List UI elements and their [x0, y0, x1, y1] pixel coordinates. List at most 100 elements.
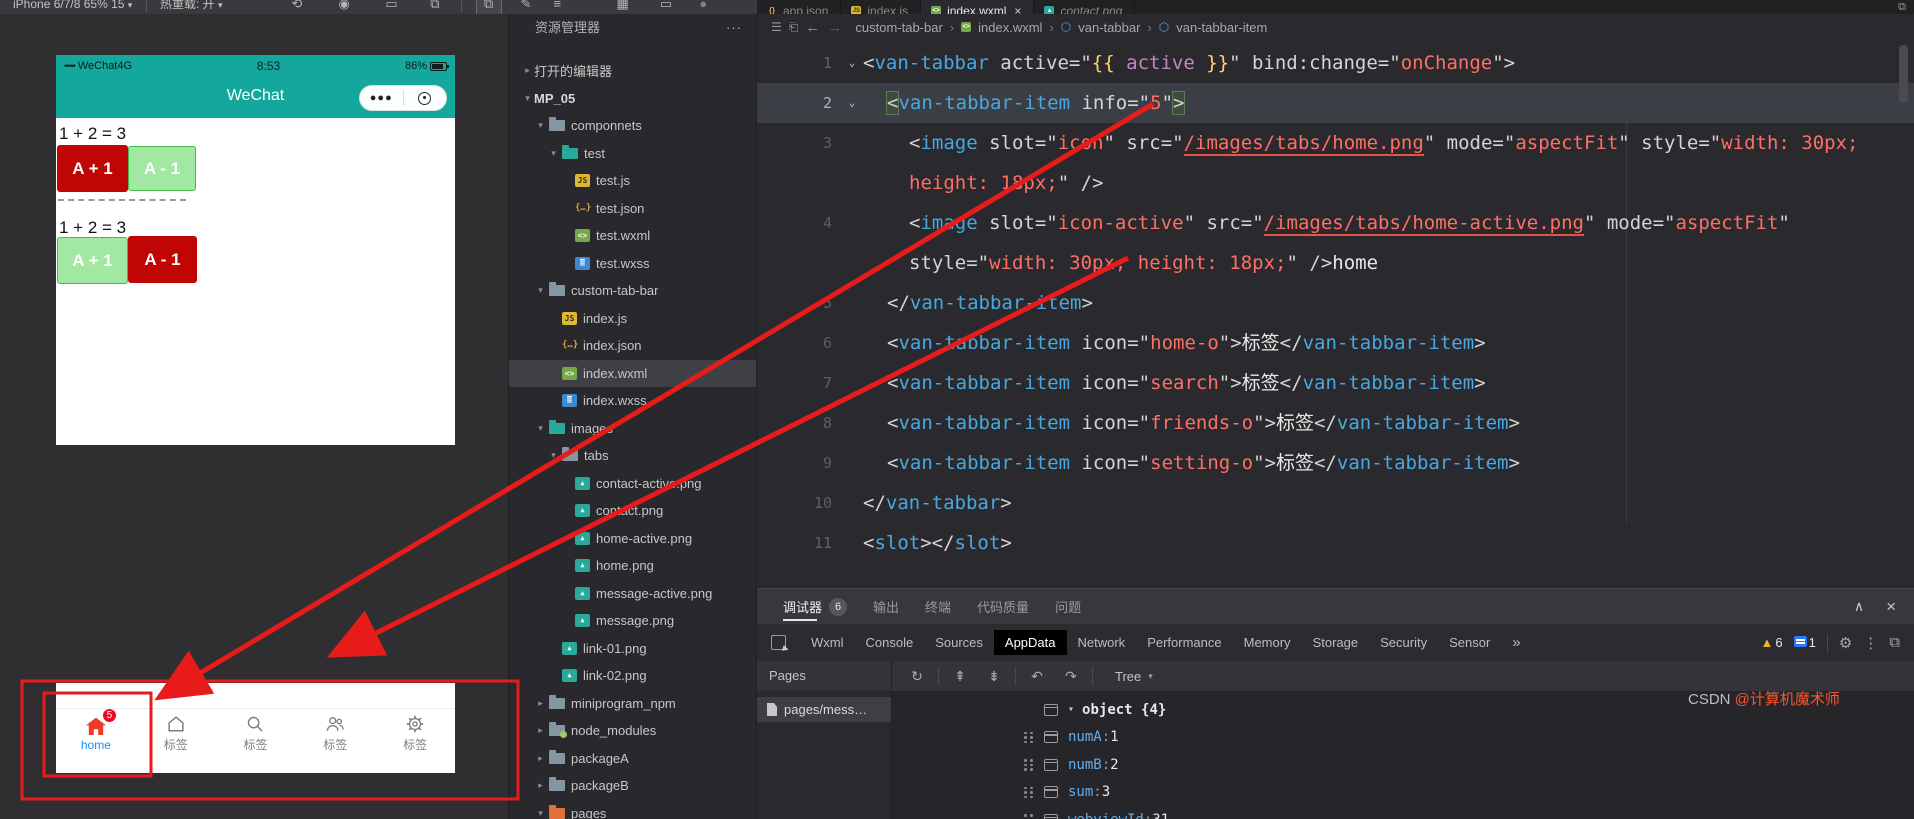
breadcrumb-item[interactable]: custom-tab-bar: [855, 20, 942, 35]
split-editor-icon[interactable]: ⧉: [1898, 1, 1906, 14]
subtract-button-2[interactable]: A - 1: [128, 236, 197, 283]
close-panel-icon[interactable]: ×: [1886, 597, 1896, 617]
tabbar-item-home[interactable]: 5home: [56, 709, 136, 757]
more-icon[interactable]: ●●●: [360, 92, 403, 104]
dock-side-icon[interactable]: ⧉: [1889, 634, 1900, 651]
capsule-menu[interactable]: ●●●: [359, 85, 447, 111]
devtool-tab-Memory[interactable]: Memory: [1233, 630, 1302, 655]
tree-item-contact-active.png[interactable]: ▲contact-active.png: [509, 470, 756, 498]
code-line-10[interactable]: 10</van-tabbar>: [757, 483, 1914, 523]
device-selector[interactable]: iPhone 6/7/8 65% 15 ▾: [13, 0, 132, 11]
code-line-7[interactable]: 7<van-tabbar-item icon="search">标签</van-…: [757, 363, 1914, 403]
devtool-tab-Sources[interactable]: Sources: [924, 630, 994, 655]
tree-expand-icon[interactable]: ▾: [534, 120, 547, 131]
breadcrumb-item[interactable]: van-tabbar-item: [1176, 20, 1267, 35]
tree-item-index.js[interactable]: JSindex.js: [509, 305, 756, 333]
tree-item-test[interactable]: ▾test: [509, 140, 756, 168]
devtool-tab-Security[interactable]: Security: [1369, 630, 1438, 655]
tree-item-home-active.png[interactable]: ▲home-active.png: [509, 525, 756, 553]
tree-expand-icon[interactable]: ▸: [534, 725, 547, 736]
tree-item-images[interactable]: ▾images: [509, 415, 756, 443]
devtool-tab-AppData[interactable]: AppData: [994, 630, 1067, 655]
add-button[interactable]: A + 1: [57, 145, 128, 192]
code-line-9[interactable]: 9<van-tabbar-item icon="setting-o">标签</v…: [757, 443, 1914, 483]
tree-item-node_modules[interactable]: ▸node_modules: [509, 717, 756, 745]
inspect-element-icon[interactable]: [771, 635, 786, 650]
devtool-tab-Sensor[interactable]: Sensor: [1438, 630, 1501, 655]
page-item[interactable]: pages/mess…: [757, 697, 891, 722]
record-icon[interactable]: ◉: [331, 0, 357, 14]
panel-tab-代码质量[interactable]: 代码质量: [977, 589, 1029, 624]
tree-item-link-01.png[interactable]: ▲link-01.png: [509, 635, 756, 663]
devtool-tab-Network[interactable]: Network: [1067, 630, 1137, 655]
devtool-tab-Wxml[interactable]: Wxml: [800, 630, 855, 655]
device-icon[interactable]: ▭: [379, 0, 405, 14]
hot-reload-toggle[interactable]: 热重载: 开 ▾: [160, 0, 223, 11]
code-line-1[interactable]: 1⌄<van-tabbar active="{{ active }}" bind…: [757, 43, 1914, 83]
screen-icon[interactable]: ▭: [653, 0, 679, 14]
close-tab-icon[interactable]: ×: [1014, 4, 1021, 14]
code-line-6[interactable]: 6<van-tabbar-item icon="home-o">标签</van-…: [757, 323, 1914, 363]
undo-icon[interactable]: ↶: [1020, 668, 1054, 685]
appdata-row[interactable]: webviewId : 31: [892, 806, 1914, 819]
tree-item-packageA[interactable]: ▸packageA: [509, 745, 756, 773]
tree-mode-select[interactable]: Tree▾: [1115, 669, 1153, 684]
editor-tab-index.js[interactable]: JSindex.js: [841, 0, 921, 14]
tree-expand-icon[interactable]: ▾: [534, 808, 547, 819]
tree-item-test.wxml[interactable]: <>test.wxml: [509, 222, 756, 250]
outline-icon[interactable]: ☰: [771, 20, 782, 34]
circle-target-icon[interactable]: [404, 92, 447, 105]
kebab-menu-icon[interactable]: ⋮: [1863, 634, 1878, 652]
more-tabs-icon[interactable]: »: [1501, 629, 1531, 656]
code-line-3[interactable]: 3<image slot="icon" src="/images/tabs/ho…: [757, 123, 1914, 163]
editor-scrollbar[interactable]: [1899, 45, 1908, 103]
code-line-wrap[interactable]: style="width: 30px; height: 18px;" />hom…: [757, 243, 1914, 283]
tabbar-item-标签[interactable]: 标签: [136, 709, 216, 757]
compile-refresh-icon[interactable]: ⟲: [284, 0, 310, 14]
warning-icon[interactable]: ▲: [1760, 635, 1773, 650]
tree-item-index.wxss[interactable]: ≣index.wxss: [509, 387, 756, 415]
code-line-4[interactable]: 4<image slot="icon-active" src="/images/…: [757, 203, 1914, 243]
code-line-8[interactable]: 8<van-tabbar-item icon="friends-o">标签</v…: [757, 403, 1914, 443]
tree-item-message.png[interactable]: ▲message.png: [509, 607, 756, 635]
copy-icon[interactable]: ⧉: [422, 0, 448, 14]
edit-icon[interactable]: ✎: [513, 0, 539, 14]
bookmark-icon[interactable]: ⎗: [789, 20, 799, 35]
nav-forward-icon[interactable]: →: [827, 19, 842, 36]
tree-item-custom-tab-bar[interactable]: ▾custom-tab-bar: [509, 277, 756, 305]
tree-item-打开的编辑器[interactable]: ▸打开的编辑器: [509, 57, 756, 85]
tree-item-contact.png[interactable]: ▲contact.png: [509, 497, 756, 525]
code-line-2[interactable]: 2⌄<van-tabbar-item info="5">: [757, 83, 1914, 123]
tree-item-link-02.png[interactable]: ▲link-02.png: [509, 662, 756, 690]
panel-tab-输出[interactable]: 输出: [873, 589, 899, 624]
breadcrumb-item[interactable]: van-tabbar: [1078, 20, 1140, 35]
drag-handle-icon[interactable]: [1024, 732, 1038, 744]
collapse-all-icon[interactable]: ⇟: [977, 668, 1011, 685]
panel-toggle-icon[interactable]: ⧉: [476, 0, 502, 14]
tabbar-item-标签[interactable]: 标签: [295, 709, 375, 757]
list-icon[interactable]: ≡: [544, 0, 570, 14]
devtool-tab-Storage[interactable]: Storage: [1302, 630, 1370, 655]
tree-expand-icon[interactable]: ▾: [547, 148, 560, 159]
panel-tab-调试器[interactable]: 调试器6: [783, 589, 847, 624]
tree-expand-icon[interactable]: ▸: [534, 753, 547, 764]
tree-expand-icon[interactable]: ▸: [534, 780, 547, 791]
tree-item-MP_05[interactable]: ▾MP_05: [509, 85, 756, 113]
drag-handle-icon[interactable]: [1024, 814, 1038, 819]
drag-handle-icon[interactable]: [1024, 787, 1038, 799]
settings-gear-icon[interactable]: ⚙: [1839, 634, 1852, 652]
expand-all-icon[interactable]: ⇞: [943, 668, 977, 685]
code-line-wrap[interactable]: height: 18px;" />: [757, 163, 1914, 203]
devtool-tab-Console[interactable]: Console: [855, 630, 925, 655]
tree-item-index.json[interactable]: {…}index.json: [509, 332, 756, 360]
code-line-11[interactable]: 11<slot></slot>: [757, 523, 1914, 563]
tree-expand-icon[interactable]: ▾: [534, 285, 547, 296]
fold-caret-icon[interactable]: ⌄: [841, 83, 863, 123]
tree-item-packageB[interactable]: ▸packageB: [509, 772, 756, 800]
tree-item-tabs[interactable]: ▾tabs: [509, 442, 756, 470]
expand-caret-icon[interactable]: ▾: [1068, 704, 1074, 715]
tree-item-message-active.png[interactable]: ▲message-active.png: [509, 580, 756, 608]
profile-icon[interactable]: ●: [690, 0, 716, 14]
tree-item-test.wxss[interactable]: ≣test.wxss: [509, 250, 756, 278]
tree-item-pages[interactable]: ▾pages: [509, 800, 756, 819]
